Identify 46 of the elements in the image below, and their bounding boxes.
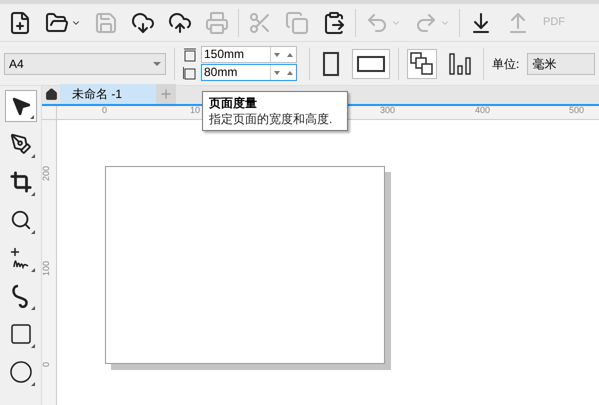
- tooltip-text: 指定页面的宽度和高度.: [209, 111, 334, 127]
- orientation-button[interactable]: [352, 48, 390, 78]
- ruler-label: 0: [42, 362, 51, 367]
- increase-arrow-icon[interactable]: [286, 70, 293, 74]
- ruler-label: 300: [380, 106, 396, 115]
- tooltip-title: 页面度量: [209, 95, 258, 111]
- cut-icon: [248, 10, 272, 34]
- landscape-page-icon: [357, 56, 385, 72]
- increase-arrow-icon[interactable]: [286, 52, 293, 56]
- cloud-upload-icon: [168, 10, 192, 34]
- ruler-label: 400: [475, 106, 490, 115]
- rectangle-icon: [8, 322, 32, 346]
- ruler-label: 100: [42, 260, 51, 276]
- document-tab[interactable]: 未命名 -1: [60, 84, 156, 104]
- ellipse-icon: [8, 360, 32, 384]
- ruler-label: 200: [42, 166, 51, 181]
- size-field[interactable]: 80mm: [201, 64, 297, 81]
- page-layout-button[interactable]: [407, 48, 437, 78]
- paste-icon: [322, 10, 346, 34]
- size-field[interactable]: 150mm: [201, 46, 297, 63]
- home-icon: [44, 88, 58, 100]
- print-icon: [205, 10, 229, 34]
- tool-button[interactable]: [4, 90, 36, 122]
- width-icon: [183, 48, 197, 62]
- ruler-label: 500: [569, 106, 584, 115]
- new-file-icon: [8, 10, 32, 34]
- zoom-icon: [10, 209, 32, 231]
- portrait-page-icon: [323, 52, 339, 76]
- page-bars-icon: [448, 52, 472, 76]
- folder-icon: [45, 10, 69, 34]
- save-icon: [94, 10, 118, 34]
- stacked-pages-icon: [410, 52, 434, 76]
- pen-nib-icon: [10, 133, 32, 155]
- copy-icon: [285, 10, 309, 34]
- plus-icon: [159, 87, 173, 101]
- cloud-download-icon: [131, 10, 155, 34]
- page-size-dropdown[interactable]: A4: [4, 52, 166, 74]
- crop-icon: [10, 171, 32, 193]
- height-icon: [183, 66, 197, 80]
- ruler-label: 10: [190, 106, 200, 115]
- decrease-arrow-icon[interactable]: [274, 52, 280, 56]
- dropdown-arrow-icon: [153, 62, 161, 66]
- decrease-arrow-icon[interactable]: [274, 70, 280, 74]
- ruler-label: 0: [102, 106, 108, 115]
- units-dropdown[interactable]: 毫米: [527, 52, 595, 74]
- units-label: 单位:: [492, 56, 520, 72]
